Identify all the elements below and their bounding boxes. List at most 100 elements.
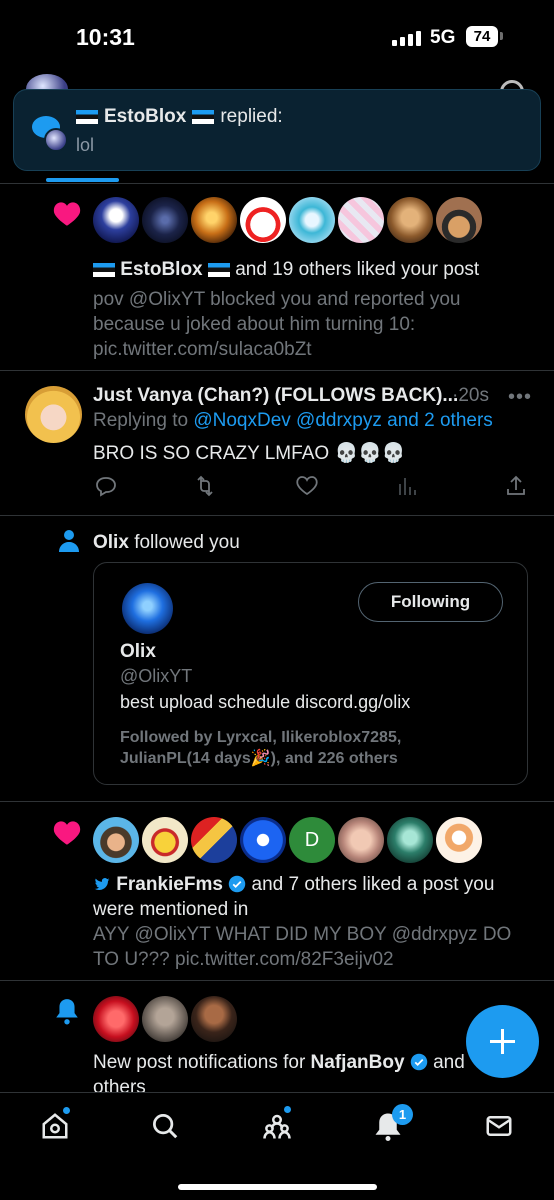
active-tab-indicator — [46, 178, 119, 182]
home-icon[interactable] — [40, 1111, 70, 1141]
user-card-bio: best upload schedule discord.gg/olix — [120, 692, 411, 712]
bell-icon — [56, 999, 78, 1025]
post-preview-line[interactable]: pov @OlixYT blocked you and reported you — [93, 287, 460, 312]
avatar[interactable] — [93, 197, 139, 243]
user-name[interactable]: Olix — [93, 532, 129, 553]
avatar[interactable] — [142, 996, 188, 1042]
twitter-bird-icon — [94, 878, 110, 891]
notification-text: New post notifications for NafjanBoy and — [93, 1050, 465, 1075]
replying-prefix: Replying to — [93, 410, 189, 431]
avatar[interactable] — [93, 817, 139, 863]
avatar[interactable] — [387, 197, 433, 243]
avatar[interactable] — [436, 197, 482, 243]
toast-title: EstoBlox replied: — [76, 106, 283, 128]
post-preview-line[interactable]: AYY @OlixYT WHAT DID MY BOY @ddrxpyz DO — [93, 922, 511, 947]
notification-text: EstoBlox and 19 others liked your post — [93, 257, 479, 282]
avatar[interactable] — [240, 817, 286, 863]
search-icon[interactable] — [150, 1111, 180, 1141]
toast-user-name: EstoBlox — [104, 106, 187, 127]
home-indicator — [178, 1184, 377, 1190]
person-icon — [59, 530, 79, 552]
user-card[interactable]: Following Olix @OlixYT best upload sched… — [93, 562, 528, 785]
avatar[interactable] — [142, 817, 188, 863]
user-name[interactable]: EstoBlox — [120, 259, 202, 280]
toast-message: lol — [76, 135, 95, 155]
avatar[interactable] — [289, 197, 335, 243]
avatar[interactable] — [191, 996, 237, 1042]
notification-action: New post notifications for — [93, 1052, 306, 1073]
user-card-name[interactable]: Olix — [120, 641, 156, 663]
verified-badge-icon — [228, 875, 246, 893]
repost-icon[interactable] — [193, 474, 217, 498]
subscription-avatars — [93, 996, 237, 1042]
divider — [0, 183, 554, 184]
user-name[interactable]: FrankieFms — [116, 874, 223, 895]
avatar[interactable] — [387, 817, 433, 863]
user-card-avatar[interactable] — [122, 583, 173, 634]
reply-toast[interactable]: EstoBlox replied: lol — [13, 89, 541, 171]
flag-icon — [207, 262, 230, 277]
divider — [0, 801, 554, 802]
heart-icon — [53, 821, 81, 845]
avatar[interactable]: D — [289, 817, 335, 863]
followed-by-line: Followed by Lyrxcal, Ilikeroblox7285, — [120, 729, 402, 746]
post-preview-line[interactable]: pic.twitter.com/sulaca0bZt — [93, 337, 312, 362]
communities-icon[interactable] — [262, 1111, 292, 1141]
avatar[interactable] — [338, 197, 384, 243]
avatar[interactable] — [191, 817, 237, 863]
divider — [0, 515, 554, 516]
verified-badge-icon — [410, 1053, 428, 1071]
notification-text: FrankieFms and 7 others liked a post you — [93, 872, 494, 897]
tweet-author-avatar[interactable] — [25, 386, 82, 443]
views-icon[interactable] — [396, 474, 420, 498]
replying-to: Replying to @NoqxDev @ddrxpyz and 2 othe… — [93, 410, 493, 432]
divider — [0, 370, 554, 371]
notification-action: and 19 others liked your post — [235, 259, 480, 280]
avatar[interactable] — [142, 197, 188, 243]
notification-action: and 7 others liked a post you — [251, 874, 495, 895]
reply-icon[interactable] — [94, 474, 118, 498]
heart-icon — [53, 202, 81, 226]
followed-by: Followed by Lyrxcal, Ilikeroblox7285, Ju… — [120, 727, 440, 769]
network-type: 5G — [430, 27, 456, 48]
compose-plus-button[interactable] — [466, 1005, 539, 1078]
liker-avatars: D — [93, 817, 482, 863]
status-time: 10:31 — [76, 24, 135, 50]
toast-action: replied: — [220, 106, 283, 127]
tweet-text: BRO IS SO CRAZY LMFAO 💀💀💀 — [93, 441, 405, 465]
status-bar: 10:31 5G 74 — [0, 0, 554, 75]
following-button[interactable]: Following — [358, 582, 503, 622]
communities-unread-dot — [283, 1105, 292, 1114]
share-icon[interactable] — [504, 474, 528, 498]
user-name[interactable]: NafjanBoy — [311, 1052, 405, 1073]
flag-icon — [192, 110, 215, 124]
avatar[interactable] — [338, 817, 384, 863]
notification-action-cont: were mentioned in — [93, 899, 249, 920]
home-unread-dot — [62, 1106, 71, 1115]
notification-action: followed you — [134, 532, 240, 553]
battery-tip — [500, 32, 503, 40]
followed-by-line: JulianPL(14 days🎉), and 226 others — [120, 750, 398, 767]
liker-avatars — [93, 197, 482, 243]
battery-icon: 74 — [466, 26, 498, 47]
avatar[interactable] — [436, 817, 482, 863]
avatar[interactable] — [191, 197, 237, 243]
tweet-timestamp: ·20s — [452, 385, 489, 406]
replying-to-handles[interactable]: @NoqxDev @ddrxpyz and 2 others — [193, 410, 492, 431]
post-preview-line[interactable]: because u joked about him turning 10: — [93, 312, 415, 337]
tweet-author-name[interactable]: Just Vanya (Chan?) (FOLLOWS BACK)... — [93, 385, 458, 407]
avatar[interactable] — [93, 996, 139, 1042]
notifications-count-badge: 1 — [392, 1104, 413, 1125]
user-card-handle: @OlixYT — [120, 666, 193, 686]
notification-suffix: and — [433, 1052, 465, 1073]
divider — [0, 980, 554, 981]
more-options-icon[interactable]: ••• — [508, 386, 532, 409]
flag-icon — [93, 262, 115, 277]
avatar[interactable] — [240, 197, 286, 243]
messages-icon[interactable] — [484, 1111, 514, 1141]
reply-bubble-icon — [32, 116, 70, 154]
like-icon[interactable] — [295, 474, 319, 498]
flag-icon — [76, 110, 98, 124]
post-preview-line[interactable]: TO U??? pic.twitter.com/82F3eijv02 — [93, 947, 394, 972]
toast-avatar — [44, 128, 68, 152]
